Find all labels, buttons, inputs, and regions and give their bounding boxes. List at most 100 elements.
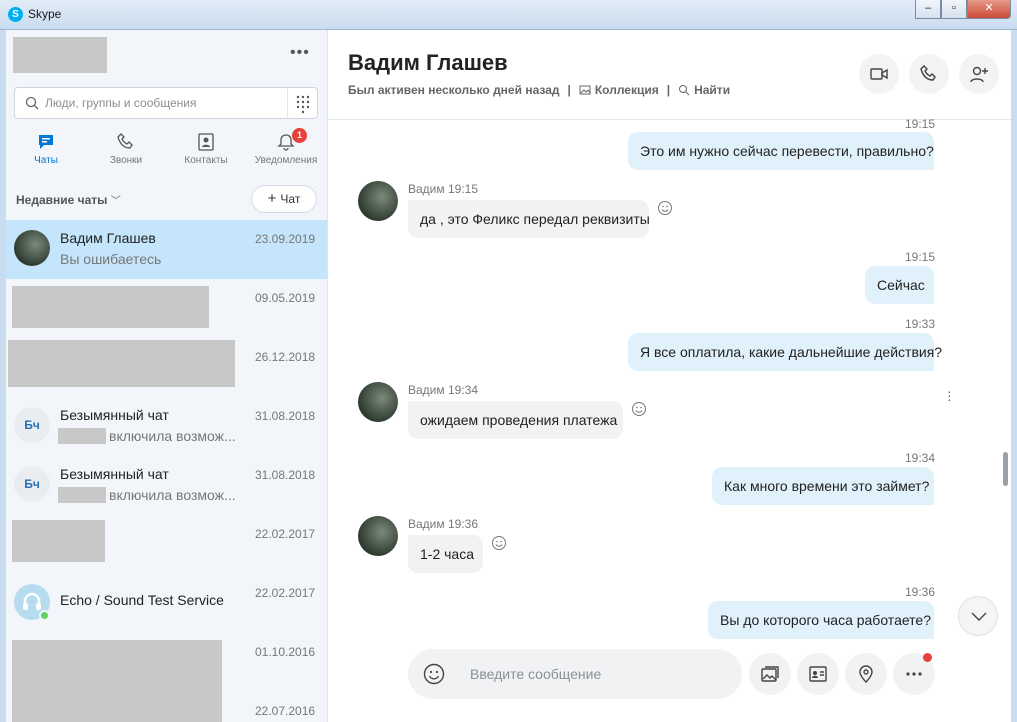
profile-name-redacted[interactable] bbox=[13, 37, 107, 73]
tab-calls-label: Звонки bbox=[109, 155, 143, 166]
message-time: 19:36 bbox=[905, 585, 936, 599]
message-list: 19:15 Это им нужно сейчас перевести, пра… bbox=[328, 117, 1011, 641]
chat-item-echo[interactable]: Echo / Sound Test Service 22.02.2017 bbox=[6, 574, 327, 633]
contact-card-icon bbox=[809, 666, 827, 682]
recent-chats-filter[interactable]: Недавние чаты ﹀ bbox=[16, 192, 121, 207]
plus-icon: + bbox=[267, 190, 277, 207]
chat-date: 31.08.2018 bbox=[255, 468, 316, 482]
notification-badge: 1 bbox=[292, 128, 307, 143]
phone-icon bbox=[920, 65, 936, 81]
message-bubble-incoming[interactable]: 1-2 часа bbox=[408, 535, 483, 573]
emoji-reaction-icon[interactable] bbox=[631, 401, 647, 417]
window-titlebar: S Skype – ▫ ✕ bbox=[0, 0, 1017, 30]
message-bubble-incoming[interactable]: да , это Феликс передал реквизиты bbox=[408, 200, 650, 238]
tab-chats[interactable]: Чаты bbox=[6, 128, 86, 172]
message-bubble-outgoing[interactable]: Это им нужно сейчас перевести, правильно… bbox=[628, 132, 934, 170]
chat-date: 22.02.2017 bbox=[255, 527, 316, 541]
divider: | bbox=[567, 83, 571, 97]
close-button[interactable]: ✕ bbox=[967, 0, 1011, 19]
video-call-button[interactable] bbox=[859, 54, 899, 94]
window-frame-right bbox=[1011, 30, 1017, 722]
main-nav: Чаты Звонки Контакты 1 Уведомления bbox=[6, 128, 327, 172]
chat-date: 26.12.2018 bbox=[255, 350, 316, 364]
avatar: Бч bbox=[14, 407, 50, 443]
tab-calls[interactable]: Звонки bbox=[86, 128, 166, 172]
tab-contacts[interactable]: Контакты bbox=[166, 128, 246, 172]
image-icon bbox=[761, 666, 779, 682]
recent-chats-label: Недавние чаты bbox=[16, 193, 108, 207]
chat-item-redacted[interactable]: 26.12.2018 bbox=[6, 338, 327, 397]
message-more-icon[interactable]: · · · bbox=[947, 384, 953, 406]
chat-item-unnamed[interactable]: Бч Безымянный чат включила возмож... 31.… bbox=[6, 397, 327, 456]
minimize-button[interactable]: – bbox=[915, 0, 941, 19]
more-options-icon[interactable]: ••• bbox=[290, 44, 310, 62]
chat-item-redacted[interactable]: 22.02.2017 bbox=[6, 515, 327, 574]
chevron-down-icon: ﹀ bbox=[110, 196, 121, 207]
avatar: Бч bbox=[14, 466, 50, 502]
more-tools-button[interactable] bbox=[893, 653, 935, 695]
find-link[interactable]: Найти bbox=[694, 83, 730, 97]
avatar[interactable] bbox=[358, 181, 398, 221]
new-chat-button[interactable]: + Чат bbox=[251, 185, 317, 213]
chat-item-unnamed[interactable]: Бч Безымянный чат включила возмож... 31.… bbox=[6, 456, 327, 515]
chat-date: 01.10.2016 bbox=[255, 645, 316, 659]
redacted-block bbox=[58, 428, 106, 444]
tab-contacts-label: Контакты bbox=[184, 155, 228, 166]
gallery-link[interactable]: Коллекция bbox=[595, 83, 659, 97]
location-pin-icon bbox=[859, 665, 873, 683]
avatar[interactable] bbox=[358, 516, 398, 556]
message-sender: Вадим 19:34 bbox=[408, 383, 479, 397]
message-bubble-outgoing[interactable]: Сейчас bbox=[865, 266, 934, 304]
add-participant-button[interactable] bbox=[959, 54, 999, 94]
chat-item-redacted[interactable]: 09.05.2019 bbox=[6, 279, 327, 338]
chat-item-redacted[interactable]: 01.10.2016 bbox=[6, 633, 327, 692]
redacted-block bbox=[12, 286, 209, 328]
window-title: Skype bbox=[28, 7, 62, 21]
avatar[interactable] bbox=[358, 382, 398, 422]
dialpad-icon bbox=[296, 95, 310, 114]
chat-preview: включила возмож... bbox=[109, 487, 236, 503]
send-media-button[interactable] bbox=[749, 653, 791, 695]
chat-date: 22.02.2017 bbox=[255, 586, 316, 600]
chat-date: 09.05.2019 bbox=[255, 291, 316, 305]
chat-name: Echo / Sound Test Service bbox=[60, 592, 224, 608]
page-title[interactable]: Вадим Глашев bbox=[348, 50, 508, 76]
search-icon bbox=[679, 85, 690, 96]
message-bubble-outgoing[interactable]: Вы до которого часа работаете? bbox=[708, 601, 934, 639]
message-time: 19:15 bbox=[905, 250, 936, 264]
emoji-reaction-icon[interactable] bbox=[491, 535, 507, 551]
contacts-icon bbox=[198, 133, 214, 151]
conversation-pane: Вадим Глашев Был активен несколько дней … bbox=[328, 30, 1011, 722]
chat-date: 23.09.2019 bbox=[255, 232, 316, 246]
chat-preview: включила возмож... bbox=[109, 428, 236, 444]
send-contact-button[interactable] bbox=[797, 653, 839, 695]
emoji-reaction-icon[interactable] bbox=[657, 200, 673, 216]
notification-dot bbox=[923, 653, 932, 662]
chat-name: Безымянный чат bbox=[60, 407, 169, 423]
chat-item-redacted[interactable]: 22.07.2016 bbox=[6, 692, 327, 722]
message-bubble-incoming[interactable]: ожидаем проведения платежа bbox=[408, 401, 623, 439]
search-icon bbox=[25, 96, 39, 110]
scroll-to-bottom-button[interactable] bbox=[958, 596, 998, 636]
chat-date: 31.08.2018 bbox=[255, 409, 316, 423]
chat-item-vadim[interactable]: Вадим Глашев Вы ошибаетесь 23.09.2019 bbox=[6, 220, 327, 279]
message-time: 19:15 bbox=[905, 117, 936, 131]
emoji-icon[interactable] bbox=[422, 662, 446, 686]
search-input[interactable] bbox=[45, 89, 285, 117]
redacted-block bbox=[8, 340, 235, 387]
maximize-button[interactable]: ▫ bbox=[941, 0, 967, 19]
message-sender: Вадим 19:15 bbox=[408, 182, 479, 196]
tab-notifications[interactable]: 1 Уведомления bbox=[246, 128, 326, 172]
chevron-down-icon bbox=[971, 612, 987, 621]
conversation-header: Вадим Глашев Был активен несколько дней … bbox=[328, 30, 1011, 120]
dialpad-button[interactable] bbox=[287, 88, 317, 118]
scrollbar-thumb[interactable] bbox=[1003, 452, 1008, 486]
audio-call-button[interactable] bbox=[909, 54, 949, 94]
message-input[interactable] bbox=[470, 659, 730, 689]
send-location-button[interactable] bbox=[845, 653, 887, 695]
message-bubble-outgoing[interactable]: Я все оплатила, какие дальнейшие действи… bbox=[628, 333, 942, 371]
search-box bbox=[14, 87, 318, 119]
new-chat-label: Чат bbox=[280, 192, 301, 206]
message-sender: Вадим 19:36 bbox=[408, 517, 479, 531]
message-bubble-outgoing[interactable]: Как много времени это займет? bbox=[712, 467, 934, 505]
